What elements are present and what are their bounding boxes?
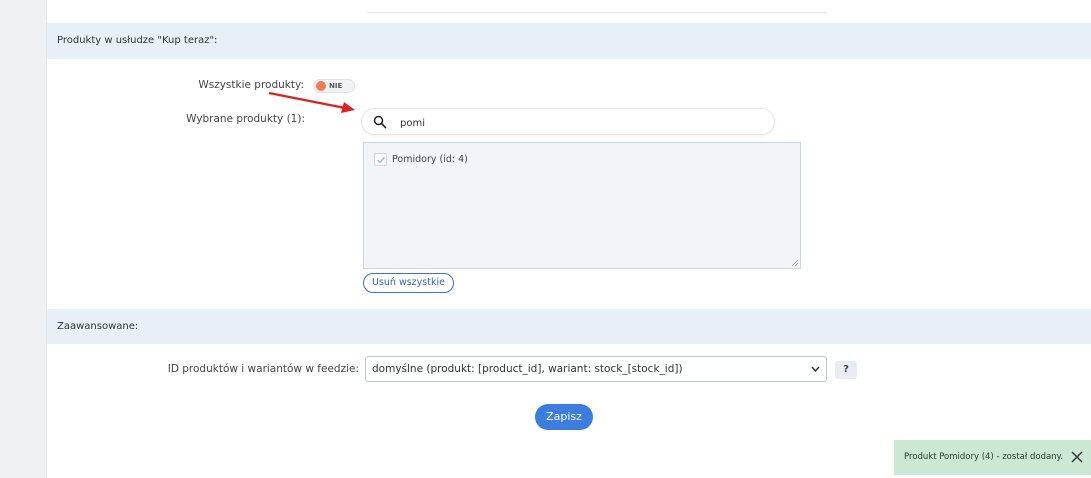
feed-id-select[interactable]: domyślne (produkt: [product_id], wariant… [365,356,827,382]
search-input[interactable] [398,113,762,133]
close-icon[interactable] [1071,451,1083,463]
toast-message: Produkt Pomidory (4) - został dodany. [904,452,1064,462]
chevron-down-icon [811,366,820,373]
selected-products-list[interactable]: Pomidory (id: 4) [363,142,801,269]
feed-id-label: ID produktów i wariantów w feedzie: [167,363,359,375]
section-header-advanced: Zaawansowane: [47,309,1091,344]
resize-handle-icon[interactable] [791,259,799,267]
section-header-products: Produkty w usłudze "Kup teraz": [47,23,1091,59]
toast-notification: Produkt Pomidory (4) - został dodany. [894,440,1091,475]
section-title-products: Produkty w usłudze "Kup teraz": [57,35,218,46]
settings-panel: Produkty w usłudze "Kup teraz": Wszystki… [46,0,1091,478]
search-icon [373,115,387,129]
divider [367,12,827,13]
left-gutter [0,0,46,478]
selected-products-label: Wybrane produkty (1): [186,113,305,125]
red-arrow-annotation [268,91,355,113]
feed-id-select-value: domyślne (produkt: [product_id], wariant… [372,363,683,375]
save-button[interactable]: Zapisz [535,404,593,430]
help-button[interactable]: ? [835,361,857,379]
product-search[interactable] [361,108,775,135]
item-checkbox[interactable] [374,153,387,166]
item-label: Pomidory (id: 4) [392,154,468,165]
remove-all-button[interactable]: Usuń wszystkie [363,273,454,293]
check-icon [377,157,386,164]
section-title-advanced: Zaawansowane: [57,321,139,332]
